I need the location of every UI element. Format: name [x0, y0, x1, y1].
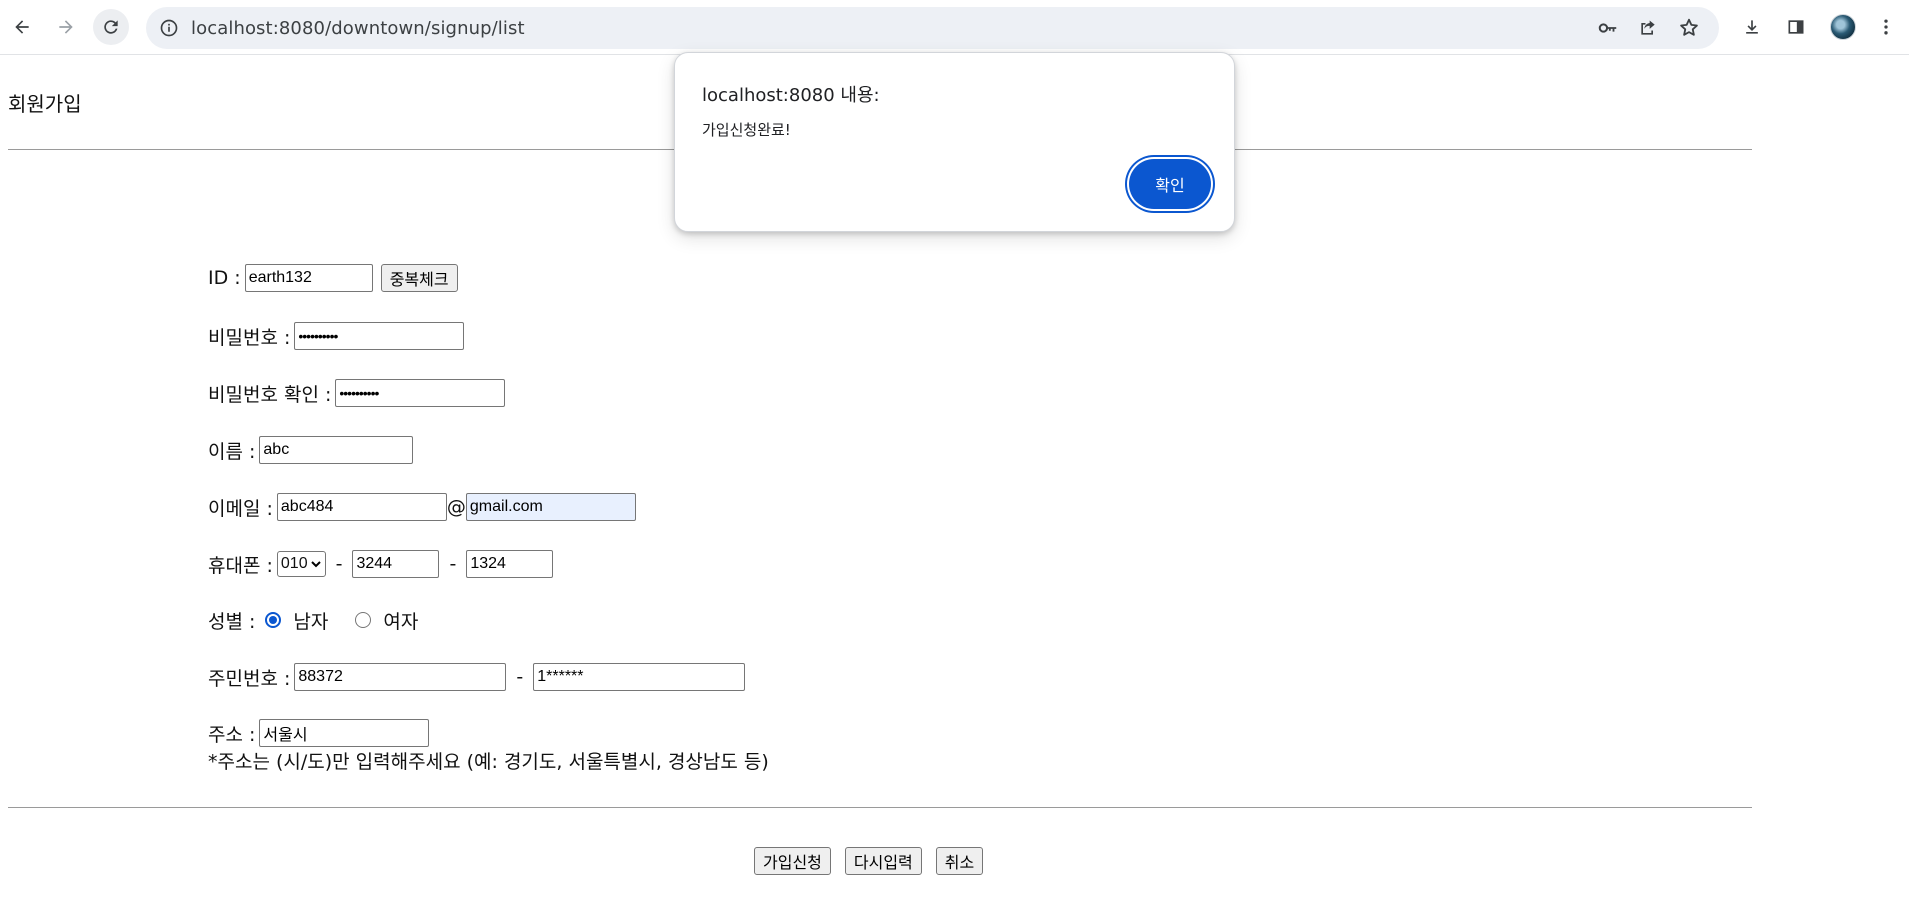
address-input[interactable]: [259, 719, 430, 747]
email-local-input[interactable]: [276, 493, 447, 521]
name-input[interactable]: [259, 436, 414, 464]
dialog-message: 가입신청완료!: [702, 121, 791, 139]
address-label: 주소 :: [208, 723, 256, 746]
gender-male-label[interactable]: 남자: [293, 607, 328, 634]
ssn-row: 주민번호 : -: [208, 662, 746, 692]
forward-button[interactable]: [48, 9, 84, 45]
side-panel-button[interactable]: [1778, 9, 1814, 45]
side-panel-icon: [1788, 20, 1804, 34]
ssn-separator: -: [516, 666, 524, 688]
reset-button[interactable]: 다시입력: [844, 847, 922, 875]
bottom-divider: [8, 807, 1752, 808]
submit-button[interactable]: 가입신청: [754, 847, 831, 875]
ssn-label: 주민번호 :: [208, 667, 291, 690]
email-label: 이메일 :: [208, 497, 273, 520]
phone-last-input[interactable]: [466, 550, 554, 578]
form-actions: 가입신청 다시입력 취소: [754, 847, 984, 875]
password-confirm-input[interactable]: ••••••••••: [335, 379, 506, 407]
reload-icon: [104, 20, 118, 34]
name-label: 이름 :: [208, 440, 256, 463]
gender-label: 성별 :: [208, 610, 256, 633]
back-arrow-icon: [15, 20, 29, 34]
forward-arrow-icon: [59, 20, 73, 34]
password-confirm-label: 비밀번호 확인 :: [208, 383, 332, 406]
kebab-menu-button[interactable]: [1868, 9, 1904, 45]
name-row: 이름 :: [208, 435, 414, 465]
gender-female-radio[interactable]: [355, 612, 372, 628]
reload-button[interactable]: [93, 9, 129, 45]
id-label: ID :: [208, 267, 241, 289]
phone-separator: -: [335, 553, 343, 575]
gender-row: 성별 : 남자 여자: [208, 605, 418, 635]
duplicate-check-button[interactable]: 중복체크: [380, 264, 458, 292]
phone-middle-input[interactable]: [352, 550, 440, 578]
password-confirm-row: 비밀번호 확인 : ••••••••••: [208, 378, 506, 408]
ssn-front-input[interactable]: [294, 663, 507, 691]
address-row: 주소 :: [208, 718, 430, 748]
password-input[interactable]: ••••••••••: [294, 322, 465, 350]
download-button[interactable]: [1734, 9, 1770, 45]
id-input[interactable]: [244, 264, 373, 292]
cancel-button[interactable]: 취소: [935, 847, 984, 875]
download-icon: [1746, 20, 1758, 34]
gender-female-label[interactable]: 여자: [383, 607, 418, 634]
info-icon[interactable]: [158, 17, 180, 39]
gender-male-radio[interactable]: [265, 612, 282, 628]
phone-separator: -: [449, 553, 457, 575]
kebab-menu-icon: [1884, 19, 1888, 35]
page-title: 회원가입: [8, 92, 82, 116]
address-bar[interactable]: localhost:8080/downtown/signup/list: [146, 7, 1719, 49]
email-row: 이메일 : @: [208, 492, 636, 522]
phone-prefix-select[interactable]: 010: [276, 551, 326, 577]
profile-avatar[interactable]: [1830, 14, 1856, 40]
dialog-title: localhost:8080 내용:: [702, 85, 880, 106]
alert-dialog: localhost:8080 내용: 가입신청완료! 확인: [674, 52, 1235, 232]
key-icon[interactable]: [1597, 17, 1619, 39]
ssn-back-input[interactable]: [533, 663, 746, 691]
email-at-sign: @: [446, 496, 466, 518]
dialog-ok-button[interactable]: 확인: [1129, 159, 1211, 209]
browser-toolbar: localhost:8080/downtown/signup/list: [0, 0, 1909, 55]
share-icon[interactable]: [1637, 17, 1659, 39]
back-button[interactable]: [4, 9, 40, 45]
address-note: *주소는 (시/도)만 입력해주세요 (예: 경기도, 서울특별시, 경상남도 …: [208, 751, 769, 773]
chevron-down-icon: [310, 561, 321, 568]
email-domain-input[interactable]: [465, 493, 636, 521]
password-row: 비밀번호 : ••••••••••: [208, 321, 465, 351]
star-icon[interactable]: [1678, 17, 1700, 39]
url-text[interactable]: localhost:8080/downtown/signup/list: [191, 18, 525, 39]
phone-row: 휴대폰 : 010 - -: [208, 549, 554, 579]
phone-label: 휴대폰 :: [208, 554, 273, 577]
id-row: ID : 중복체크: [208, 263, 458, 293]
password-label: 비밀번호 :: [208, 326, 291, 349]
phone-prefix-value: 010: [280, 555, 308, 572]
